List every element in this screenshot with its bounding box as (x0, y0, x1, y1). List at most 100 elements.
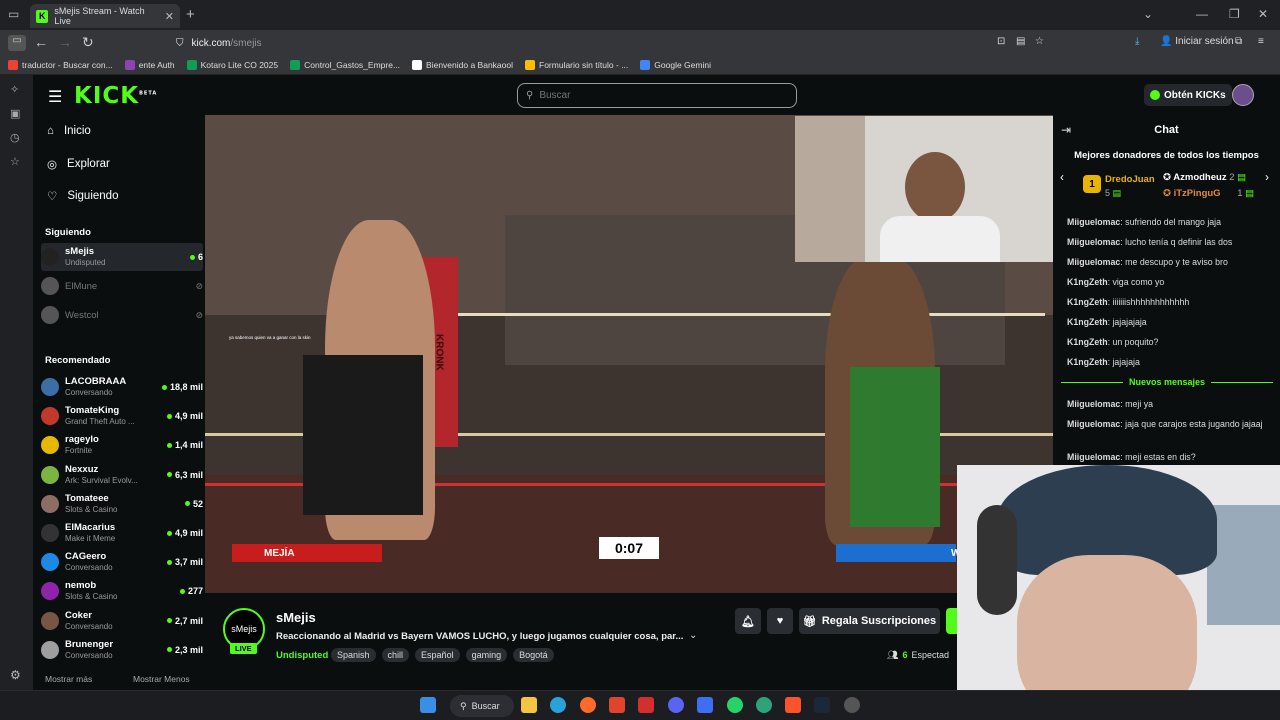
sidebar-channel[interactable]: Nexxuz Ark: Survival Evolv... 6,3 mil (41, 461, 203, 489)
sidebar-channel[interactable]: Brunenger Conversando 2,3 mil (41, 636, 203, 664)
chat-username[interactable]: Miiguelomac (1067, 399, 1120, 409)
donor-2[interactable]: ✪ Azmodheuz 2 ▤ (1163, 172, 1246, 183)
chevron-down-icon[interactable]: ⌄ (689, 630, 697, 641)
search-box[interactable]: ⚲ (517, 83, 797, 108)
gear-icon[interactable]: ⚙ (10, 668, 21, 682)
stream-tag[interactable]: Spanish (331, 648, 376, 662)
sidebar-channel[interactable]: Coker Conversando 2,7 mil (41, 607, 203, 635)
chat-username[interactable]: K1ngZeth (1067, 277, 1108, 287)
user-avatar[interactable] (1232, 84, 1254, 106)
menu-icon[interactable]: ≡ (1258, 36, 1264, 47)
stream-tag[interactable]: chill (381, 648, 410, 662)
chat-username[interactable]: Miiguelomac (1067, 217, 1120, 227)
nav-following[interactable]: ♡ Siguiendo (47, 189, 118, 203)
telegram-icon[interactable] (550, 697, 566, 713)
chat-username[interactable]: Miiguelomac (1067, 237, 1120, 247)
login-button[interactable]: 👤 Iniciar sesión (1160, 36, 1234, 47)
sidebar-channel[interactable]: ElMacarius Make it Meme 4,9 mil (41, 519, 203, 547)
chat-username[interactable]: K1ngZeth (1067, 337, 1108, 347)
bookmark-item[interactable]: ente Auth (124, 60, 175, 70)
ai-icon[interactable]: ✧ (10, 83, 19, 96)
bookmark-item[interactable]: Formulario sin título - ... (525, 60, 628, 70)
firefox-icon[interactable] (580, 697, 596, 713)
brave-icon[interactable] (785, 697, 801, 713)
extensions-icon[interactable]: ⧉ (1235, 36, 1242, 47)
download-icon[interactable]: ⤓ (1135, 36, 1139, 47)
next-arrow-icon[interactable]: › (1265, 170, 1269, 184)
forward-icon[interactable]: → (58, 34, 72, 50)
sidebar-channel[interactable]: Westcol ⊘ (41, 301, 203, 329)
nav-explore[interactable]: ◎ Explorar (47, 157, 110, 171)
chevron-down-icon[interactable]: ⌄ (1143, 7, 1153, 21)
app-icon[interactable] (697, 697, 713, 713)
restore-icon[interactable]: ❐ (1229, 7, 1240, 21)
browser-tab[interactable]: K sMejis Stream - Watch Live ✕ (30, 4, 180, 28)
bookmark-item[interactable]: Bienvenido a Bankaool (412, 60, 513, 70)
sidebar-channel[interactable]: nemob Slots & Casino 277 (41, 577, 203, 605)
chat-text: me descupo y te aviso bro (1125, 257, 1228, 267)
stream-tag[interactable]: Español (415, 648, 460, 662)
chat-username[interactable]: K1ngZeth (1067, 317, 1108, 327)
new-tab-icon[interactable]: + (186, 6, 195, 23)
sidebar-channel[interactable]: ElMune ⊘ (41, 272, 203, 300)
sidebar-toggle-icon[interactable]: ▭ (8, 35, 26, 51)
close-window-icon[interactable]: ✕ (1258, 7, 1268, 21)
chat-username[interactable]: Miiguelomac (1067, 419, 1120, 429)
chat-username[interactable]: K1ngZeth (1067, 357, 1108, 367)
site-info-icon[interactable]: ⛉ (176, 38, 184, 49)
chat-username[interactable]: Miiguelomac (1067, 257, 1120, 267)
reload-icon[interactable]: ↻ (82, 34, 94, 51)
discord-icon[interactable] (668, 697, 684, 713)
steam-icon[interactable] (814, 697, 830, 713)
sidebar-channel[interactable]: TomateKing Grand Theft Auto ... 4,9 mil (41, 402, 203, 430)
bookmark-item[interactable]: traductor - Buscar con... (8, 60, 113, 70)
nav-home[interactable]: ⌂ Inicio (47, 125, 91, 137)
whatsapp-icon[interactable] (727, 697, 743, 713)
follow-button[interactable]: ♥ (767, 608, 793, 634)
vivaldi-icon[interactable] (609, 697, 625, 713)
app-l-icon[interactable] (638, 697, 654, 713)
star-icon[interactable]: ☆ (1035, 36, 1044, 47)
history-icon[interactable]: ◷ (10, 131, 20, 144)
bookmark-item[interactable]: Control_Gastos_Empre... (290, 60, 400, 70)
sidebar-channel[interactable]: sMejis Undisputed 6 (41, 243, 203, 271)
bookmarks-icon[interactable]: ☆ (10, 155, 20, 168)
chat-username[interactable]: Miiguelomac (1067, 452, 1120, 462)
obs-icon[interactable] (844, 697, 860, 713)
tab-actions-icon[interactable]: ▭ (8, 7, 19, 21)
windows-start-icon[interactable] (420, 697, 436, 713)
chatgpt-icon[interactable] (756, 697, 772, 713)
bookmark-item[interactable]: Google Gemini (640, 60, 711, 70)
prev-arrow-icon[interactable]: ‹ (1060, 170, 1064, 184)
menu-icon[interactable]: ☰ (48, 87, 62, 107)
donor-3[interactable]: ✪ iTzPinguG 1 ▤ (1163, 188, 1254, 199)
back-icon[interactable]: ← (34, 34, 48, 50)
get-kicks-button[interactable]: Obtén KICKs (1144, 84, 1232, 106)
tabs-icon[interactable]: ▣ (10, 107, 20, 120)
file-explorer-icon[interactable] (521, 697, 537, 713)
sidebar-channel[interactable]: rageylo Fortnite 1,4 mil (41, 431, 203, 459)
reader-icon[interactable]: ▤ (1016, 36, 1025, 47)
channel-name[interactable]: sMejis (276, 610, 316, 625)
search-input[interactable] (539, 90, 760, 101)
sidebar-channel[interactable]: CAGeero Conversando 3,7 mil (41, 548, 203, 576)
kick-logo[interactable]: KICKBETA (74, 83, 157, 109)
donor-name[interactable]: DredoJuan (1105, 174, 1155, 185)
address-bar[interactable]: ⛉ kick.com/smejis (176, 33, 1056, 53)
close-tab-icon[interactable]: ✕ (165, 10, 174, 23)
notifications-button[interactable]: 🔔︎ (735, 608, 761, 634)
sidebar-channel[interactable]: LACOBRAAA Conversando 18,8 mil (41, 373, 203, 401)
sidebar-channel[interactable]: Tomateee Slots & Casino 52 (41, 490, 203, 518)
taskbar-search[interactable]: ⚲ Buscar (450, 695, 514, 717)
stream-tag[interactable]: gaming (465, 648, 508, 662)
minimize-icon[interactable]: — (1196, 7, 1208, 21)
gift-subs-button[interactable]: 🎁︎ Regala Suscripciones (799, 608, 940, 634)
screenshot-icon[interactable]: ⊡ (997, 36, 1005, 47)
show-less-link[interactable]: Mostrar Menos (133, 674, 190, 684)
subscribe-button[interactable] (946, 608, 957, 634)
bookmark-item[interactable]: Kotaro Lite CO 2025 (186, 60, 278, 70)
stream-tag[interactable]: Bogotá (513, 648, 554, 662)
show-more-link[interactable]: Mostrar más (45, 674, 92, 684)
stream-category[interactable]: Undisputed (276, 650, 328, 661)
chat-username[interactable]: K1ngZeth (1067, 297, 1108, 307)
